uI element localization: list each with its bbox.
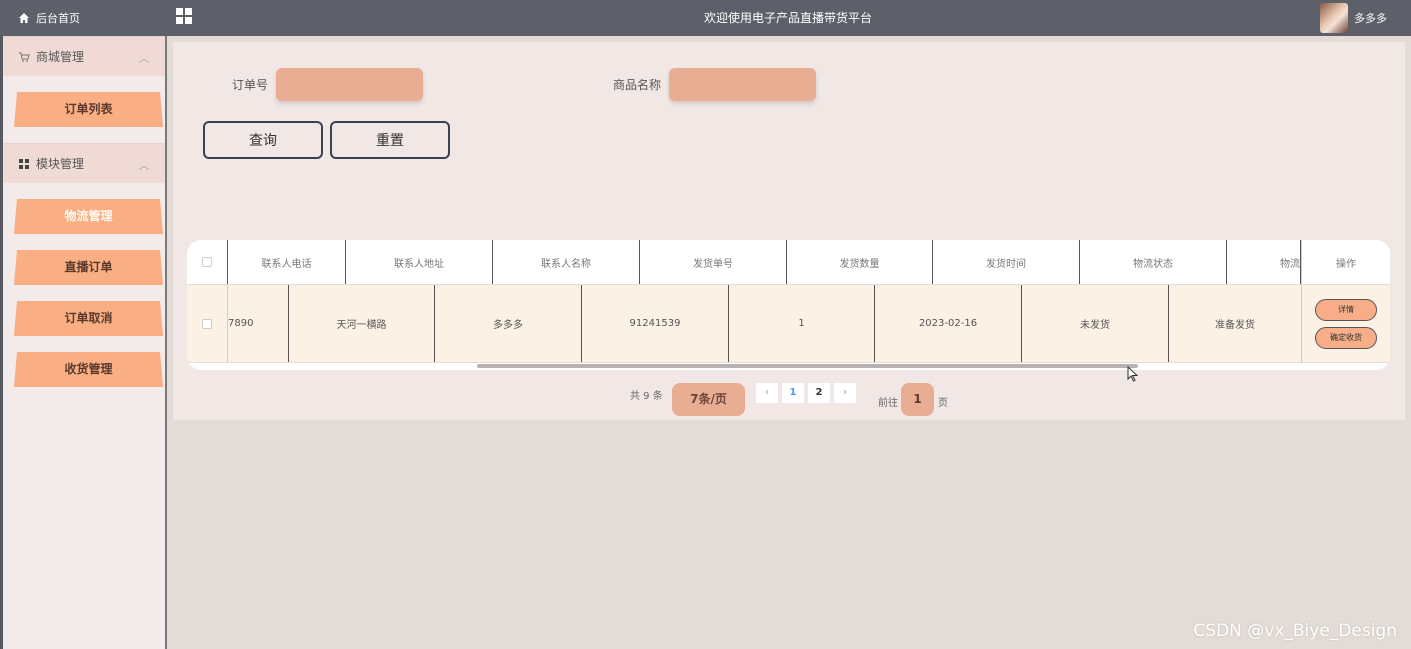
col-header[interactable]: 发货单号	[640, 240, 787, 284]
main-panel: 订单号 商品名称 查询 重置 联系人电话 联系人地址 联系人名称 发货单号 发货…	[173, 42, 1405, 420]
goto-unit: 页	[938, 398, 948, 409]
goto-label: 前往	[878, 398, 898, 409]
avatar[interactable]	[1320, 3, 1348, 33]
cell-phone: 7890	[228, 285, 289, 362]
sidebar-group-modules[interactable]: 模块管理 ︿	[3, 143, 165, 183]
sidebar-item-receipt[interactable]: 收货管理	[14, 352, 163, 387]
col-header-actions: 操作	[1336, 258, 1356, 270]
sidebar-item-order-cancel[interactable]: 订单取消	[14, 301, 163, 336]
chevron-up-icon: ︿	[139, 54, 149, 65]
col-header[interactable]: 联系人名称	[493, 240, 640, 284]
row-select-cell	[187, 285, 228, 362]
user-menu[interactable]: 多多多	[1320, 0, 1387, 36]
col-header[interactable]: 发货时间	[933, 240, 1080, 284]
page-title: 欢迎使用电子产品直播带货平台	[703, 11, 872, 25]
table-row: 7890 天河一横路 多多多 91241539 1 2023-02-16 未发货…	[187, 284, 1390, 363]
cell-logistics-status: 未发货	[1022, 285, 1169, 362]
watermark: CSDN @vx_Biye_Design	[1193, 621, 1397, 641]
prev-page-button[interactable]: ‹	[756, 383, 778, 403]
page-number[interactable]: 1	[782, 383, 804, 403]
cart-icon	[19, 52, 30, 62]
col-header[interactable]: 物流	[1227, 240, 1301, 284]
sidebar-item-live-orders[interactable]: 直播订单	[14, 250, 163, 285]
page-number[interactable]: 2	[808, 383, 830, 403]
chevron-up-icon: ︿	[139, 161, 149, 172]
product-name-label: 商品名称	[613, 78, 662, 92]
product-name-input[interactable]	[669, 68, 816, 101]
data-table: 联系人电话 联系人地址 联系人名称 发货单号 发货数量 发货时间 物流状态 物流…	[187, 240, 1390, 370]
page-list: ‹ 1 2 ›	[756, 383, 856, 403]
next-page-button[interactable]: ›	[834, 383, 856, 403]
top-bar: 后台首页 欢迎使用电子产品直播带货平台 多多多	[0, 0, 1411, 36]
cell-quantity: 1	[729, 285, 875, 362]
row-checkbox[interactable]	[202, 318, 212, 329]
sidebar-item-order-list[interactable]: 订单列表	[14, 92, 163, 127]
sidebar: 商城管理 ︿ 订单列表 模块管理 ︿ 物流管理 直播订单 订单取消 收货管理	[0, 36, 167, 649]
home-label: 后台首页	[36, 12, 80, 25]
action-column: 操作 详情 确定收货	[1301, 240, 1390, 363]
confirm-receipt-button[interactable]: 确定收货	[1315, 326, 1377, 349]
goto-page-input[interactable]: 1	[901, 383, 934, 416]
cell-logistics: 准备发货	[1215, 320, 1255, 331]
mouse-cursor-icon	[1127, 366, 1139, 382]
detail-button[interactable]: 详情	[1315, 298, 1377, 321]
menu-toggle-icon[interactable]	[176, 8, 192, 24]
username: 多多多	[1354, 12, 1387, 25]
reset-button[interactable]: 重置	[330, 121, 450, 159]
pagination: 共 9 条 7条/页 ‹ 1 2 › 前往 1 页	[173, 383, 1405, 417]
cell-ship-time: 2023-02-16	[875, 285, 1022, 362]
cell-contact: 多多多	[435, 285, 582, 362]
select-all-checkbox[interactable]	[202, 257, 212, 267]
sidebar-item-logistics[interactable]: 物流管理	[14, 199, 163, 234]
cell-shipping-no: 91241539	[582, 285, 729, 362]
action-cell: 详情 确定收货	[1302, 284, 1390, 363]
search-form: 订单号 商品名称	[173, 68, 1405, 102]
col-header[interactable]: 联系人地址	[346, 240, 493, 284]
page-size-select[interactable]: 7条/页	[672, 383, 745, 416]
order-no-label: 订单号	[232, 78, 269, 92]
horizontal-scrollbar[interactable]	[477, 364, 1138, 368]
col-header[interactable]: 发货数量	[787, 240, 933, 284]
total-count: 共 9 条	[630, 391, 663, 402]
query-button[interactable]: 查询	[203, 121, 323, 159]
col-header[interactable]: 物流状态	[1080, 240, 1227, 284]
cell-address: 天河一横路	[289, 285, 435, 362]
sidebar-group-label: 模块管理	[36, 157, 85, 171]
sidebar-group-label: 商城管理	[36, 50, 85, 64]
table-header: 联系人电话 联系人地址 联系人名称 发货单号 发货数量 发货时间 物流状态 物流	[187, 240, 1390, 284]
home-link[interactable]: 后台首页	[0, 0, 166, 36]
select-all-cell	[187, 240, 228, 284]
home-icon	[19, 13, 29, 23]
col-header[interactable]: 联系人电话	[228, 240, 346, 284]
sidebar-group-mall[interactable]: 商城管理 ︿	[3, 36, 165, 76]
grid-icon	[19, 158, 29, 169]
order-no-input[interactable]	[276, 68, 423, 101]
